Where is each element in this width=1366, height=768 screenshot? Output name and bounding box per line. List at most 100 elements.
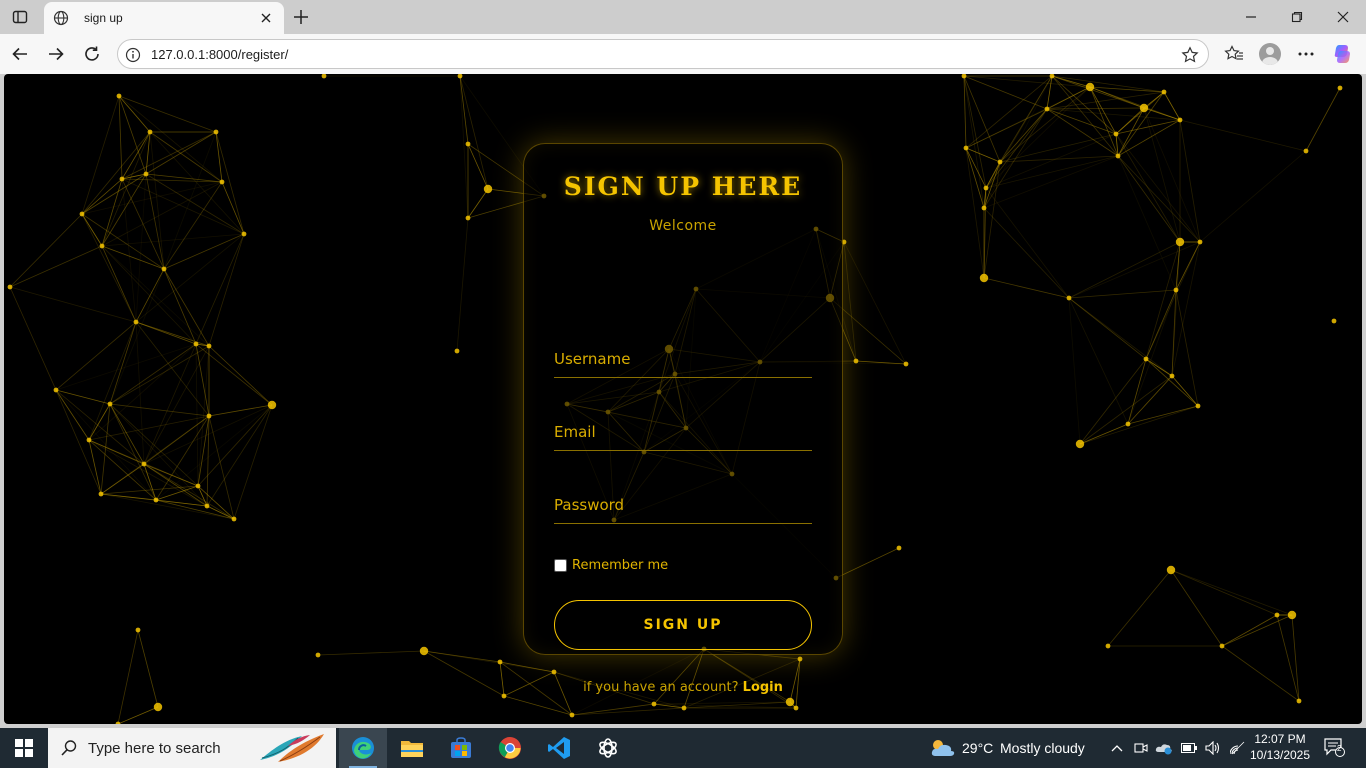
profile-icon[interactable]	[1258, 42, 1282, 66]
network-node	[241, 231, 247, 237]
network-line	[101, 173, 147, 247]
meet-icon[interactable]	[1131, 738, 1151, 758]
network-line	[109, 321, 137, 405]
network-line	[137, 629, 159, 708]
network-node	[86, 437, 92, 443]
browser-tab[interactable]: sign up	[44, 2, 284, 34]
info-icon[interactable]	[124, 46, 142, 64]
network-line	[135, 321, 145, 465]
taskbar-clock[interactable]: 12:07 PM 10/13/2025	[1248, 731, 1312, 763]
network-node	[1125, 421, 1131, 427]
onedrive-icon[interactable]	[1154, 738, 1174, 758]
remember-checkbox[interactable]	[554, 559, 567, 572]
restore-icon[interactable]	[1274, 0, 1320, 34]
network-line	[221, 181, 245, 235]
minimize-icon[interactable]	[1228, 0, 1274, 34]
wifi-icon[interactable]	[1228, 738, 1248, 758]
password-field[interactable]: Password	[554, 486, 812, 524]
network-line	[1107, 569, 1172, 647]
network-line	[571, 703, 655, 716]
chrome-icon[interactable]	[486, 728, 534, 768]
more-icon[interactable]	[1294, 42, 1318, 66]
close-icon[interactable]	[256, 8, 276, 28]
network-line	[109, 345, 210, 405]
network-node	[321, 74, 327, 79]
network-line	[145, 131, 217, 175]
notification-icon[interactable]: 2	[1322, 737, 1346, 757]
copilot-icon[interactable]	[1331, 42, 1355, 66]
network-line	[843, 241, 907, 365]
network-line	[1199, 150, 1307, 243]
network-node	[797, 656, 803, 662]
network-line	[9, 286, 137, 323]
refresh-icon[interactable]	[80, 42, 104, 66]
network-line	[101, 245, 197, 345]
network-line	[88, 415, 210, 441]
windows-start-icon[interactable]	[0, 728, 48, 768]
vscode-icon[interactable]	[535, 728, 583, 768]
edge-icon[interactable]	[339, 728, 387, 768]
page-viewport: SIGN UP HERE Welcome Username Email Pass…	[4, 74, 1362, 724]
window-close-icon[interactable]	[1320, 0, 1366, 34]
address-bar: 127.0.0.1:8000/register/	[0, 34, 1366, 74]
network-node	[497, 659, 503, 665]
network-line	[233, 404, 273, 520]
network-node	[551, 669, 557, 675]
network-line	[208, 345, 273, 406]
sidebar-icon[interactable]	[8, 6, 32, 28]
volume-icon[interactable]	[1203, 738, 1223, 758]
network-node	[99, 243, 105, 249]
network-node	[483, 184, 493, 194]
chevron-up-icon[interactable]	[1107, 738, 1127, 758]
chatgpt-icon[interactable]	[584, 728, 632, 768]
new-tab-icon[interactable]	[290, 6, 312, 28]
network-line	[1068, 297, 1081, 445]
network-node	[119, 176, 125, 182]
network-line	[117, 706, 159, 724]
network-line	[55, 321, 137, 391]
network-line	[81, 181, 223, 215]
network-node	[981, 205, 987, 211]
login-prompt-text: if you have an account?	[583, 680, 739, 695]
weather-text: Mostly cloudy	[1000, 740, 1085, 756]
network-node	[141, 461, 147, 467]
network-node	[115, 721, 121, 724]
network-line	[703, 648, 797, 709]
network-line	[149, 131, 223, 183]
favorite-star-icon[interactable]	[1180, 45, 1200, 65]
signup-button[interactable]: SIGN UP	[554, 600, 812, 650]
network-line	[835, 547, 900, 579]
battery-icon[interactable]	[1179, 738, 1199, 758]
network-line	[1127, 405, 1199, 425]
clock-date: 10/13/2025	[1249, 748, 1311, 762]
network-node	[961, 74, 967, 79]
network-line	[101, 245, 210, 347]
network-line	[81, 178, 123, 215]
weather-temp: 29°C	[962, 740, 994, 756]
file-explorer-icon[interactable]	[388, 728, 436, 768]
network-line	[423, 650, 555, 673]
network-node	[206, 413, 212, 419]
clock-time: 12:07 PM	[1254, 732, 1306, 746]
taskbar: Type here to search 29°C Mostly cloudy 1…	[0, 728, 1366, 768]
network-line	[1068, 241, 1201, 299]
favorites-icon[interactable]	[1222, 42, 1246, 66]
store-icon[interactable]	[437, 728, 485, 768]
network-line	[1051, 75, 1145, 109]
url-field[interactable]: 127.0.0.1:8000/register/	[117, 39, 1209, 69]
forward-icon[interactable]	[44, 42, 68, 66]
network-line	[1143, 107, 1201, 243]
network-line	[1068, 297, 1129, 425]
network-node	[997, 159, 1003, 165]
email-field[interactable]: Email	[554, 413, 812, 451]
network-node	[1169, 373, 1175, 379]
username-field[interactable]: Username	[554, 340, 812, 378]
back-icon[interactable]	[8, 42, 32, 66]
page-title: SIGN UP HERE	[563, 172, 803, 201]
network-line	[1170, 569, 1293, 616]
network-node	[465, 141, 471, 147]
weather-cloud-icon[interactable]	[930, 738, 956, 758]
network-node	[98, 491, 104, 497]
username-placeholder: Username	[554, 350, 631, 368]
login-link[interactable]: Login	[743, 680, 783, 695]
